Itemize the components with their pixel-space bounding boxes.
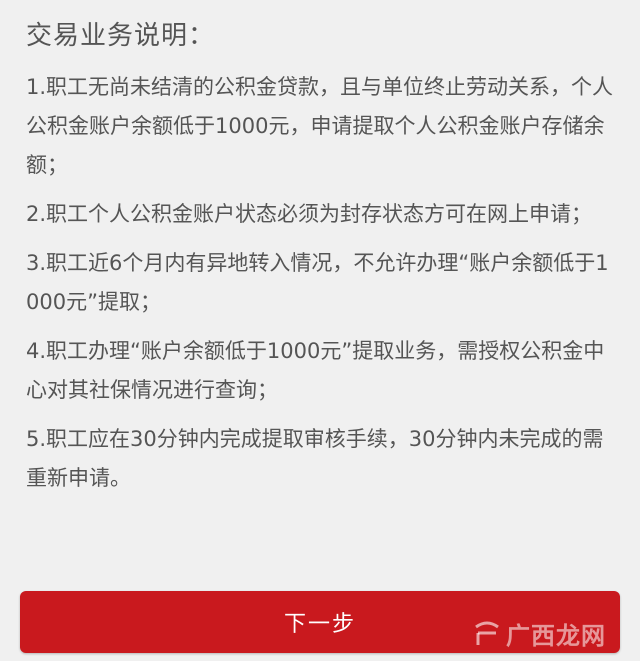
instruction-item-4: 4.职工办理“账户余额低于1000元”提取业务，需授权公积金中心对其社保情况进行… xyxy=(26,339,605,402)
instruction-item-3: 3.职工近6个月内有异地转入情况，不允许办理“账户余额低于1000元”提取； xyxy=(26,251,609,314)
instruction-item-1: 1.职工无尚未结清的公积金贷款，且与单位终止劳动关系，个人公积金账户余额低于10… xyxy=(26,75,614,177)
next-step-button[interactable]: 下一步 xyxy=(20,591,620,653)
instruction-item-5: 5.职工应在30分钟内完成提取审核手续，30分钟内未完成的需重新申请。 xyxy=(26,427,604,490)
page-title: 交易业务说明： xyxy=(26,21,216,51)
instruction-item-2: 2.职工个人公积金账户状态必须为封存状态方可在网上申请； xyxy=(26,202,593,226)
instructions-panel: 交易业务说明： 1.职工无尚未结清的公积金贷款，且与单位终止劳动关系，个人公积金… xyxy=(26,14,616,508)
